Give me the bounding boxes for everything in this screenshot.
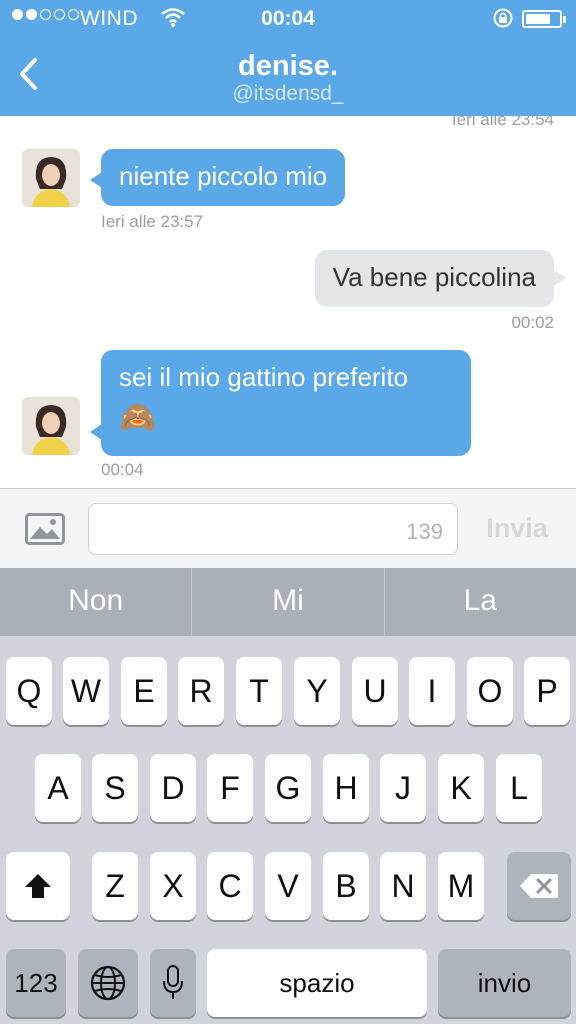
key-h[interactable]: H <box>323 754 369 822</box>
key-n[interactable]: N <box>380 852 426 920</box>
orientation-lock-icon <box>492 7 514 35</box>
message-timestamp: 00:02 <box>511 313 554 332</box>
key-t[interactable]: T <box>236 657 282 725</box>
message-emoji: 🙈 <box>119 401 157 434</box>
character-counter: 139 <box>406 519 443 544</box>
microphone-icon <box>163 965 183 999</box>
key-w[interactable]: W <box>63 657 109 725</box>
key-f[interactable]: F <box>207 754 253 822</box>
key-e[interactable]: E <box>121 657 167 725</box>
image-icon <box>25 513 65 545</box>
space-key[interactable]: spazio <box>207 949 427 1017</box>
key-p[interactable]: P <box>524 657 570 725</box>
add-photo-button[interactable] <box>25 513 65 550</box>
backspace-key[interactable] <box>507 852 571 920</box>
key-v[interactable]: V <box>265 852 311 920</box>
navigation-header: WIND 00:04 denise. @itsdensd_ <box>0 0 576 116</box>
message-timestamp: Ieri alle 23:54 <box>451 116 554 129</box>
status-time: 00:04 <box>261 7 315 30</box>
key-i[interactable]: I <box>409 657 455 725</box>
key-s[interactable]: S <box>92 754 138 822</box>
shift-icon <box>25 874 51 898</box>
suggestion-item[interactable]: Mi <box>192 568 385 636</box>
key-x[interactable]: X <box>150 852 196 920</box>
key-z[interactable]: Z <box>92 852 138 920</box>
key-a[interactable]: A <box>35 754 81 822</box>
message-bubble-incoming[interactable]: sei il mio gattino preferito 🙈 <box>101 350 471 456</box>
globe-icon <box>90 965 126 1001</box>
suggestion-bar: Non Mi La <box>0 568 576 636</box>
key-m[interactable]: M <box>438 852 484 920</box>
message-thread[interactable]: Ieri alle 23:54 niente piccolo mio Ieri … <box>0 116 576 488</box>
message-input[interactable]: 139 <box>88 503 458 555</box>
key-l[interactable]: L <box>496 754 542 822</box>
message-timestamp: 00:04 <box>101 460 144 479</box>
key-c[interactable]: C <box>207 852 253 920</box>
globe-key[interactable] <box>78 949 138 1017</box>
send-button[interactable]: Invia <box>470 513 564 544</box>
key-g[interactable]: G <box>265 754 311 822</box>
key-u[interactable]: U <box>352 657 398 725</box>
suggestion-item[interactable]: Non <box>0 568 193 636</box>
message-bubble-outgoing[interactable]: Va bene piccolina <box>314 250 554 307</box>
message-text: Va bene piccolina <box>332 262 536 292</box>
dictation-key[interactable] <box>150 949 196 1017</box>
key-r[interactable]: R <box>178 657 224 725</box>
conversation-title: denise. <box>238 50 338 82</box>
key-b[interactable]: B <box>323 852 369 920</box>
suggestion-item[interactable]: La <box>385 568 576 636</box>
keyboard: Non Mi La Q W E R T Y U I O P A S D F G … <box>0 568 576 1024</box>
message-timestamp: Ieri alle 23:57 <box>101 212 204 231</box>
conversation-handle: @itsdensd_ <box>232 82 344 105</box>
return-key[interactable]: invio <box>438 949 571 1017</box>
shift-key[interactable] <box>6 852 70 920</box>
message-text: niente piccolo mio <box>119 161 328 191</box>
compose-bar: 139 Invia <box>0 488 576 568</box>
key-j[interactable]: J <box>380 754 426 822</box>
numbers-key[interactable]: 123 <box>6 949 66 1017</box>
backspace-icon <box>520 874 558 898</box>
key-d[interactable]: D <box>150 754 196 822</box>
avatar[interactable] <box>22 397 80 455</box>
message-text: sei il mio gattino preferito <box>119 362 409 392</box>
battery-icon <box>522 10 566 28</box>
key-y[interactable]: Y <box>294 657 340 725</box>
key-o[interactable]: O <box>467 657 513 725</box>
status-bar: WIND 00:04 <box>0 0 576 38</box>
key-k[interactable]: K <box>438 754 484 822</box>
avatar[interactable] <box>22 149 80 207</box>
message-bubble-incoming[interactable]: niente piccolo mio <box>101 149 346 206</box>
key-q[interactable]: Q <box>6 657 52 725</box>
